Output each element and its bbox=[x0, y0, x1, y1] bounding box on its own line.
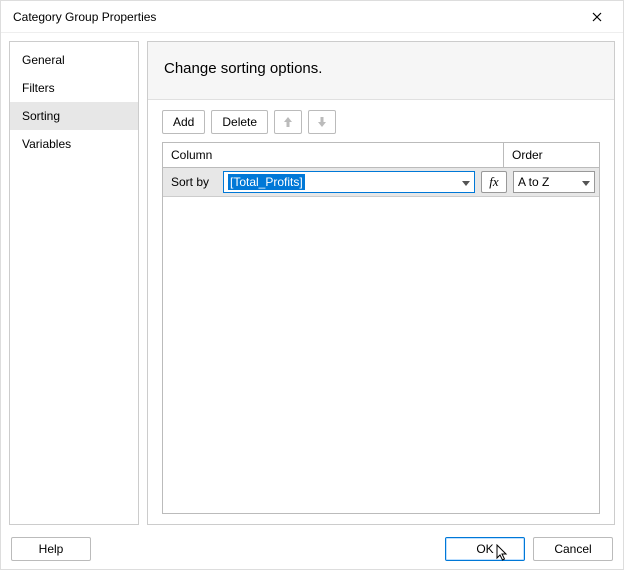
titlebar: Category Group Properties bbox=[1, 1, 623, 33]
sort-row: Sort by [Total_Profits] fx A to Z bbox=[163, 168, 599, 197]
cancel-button[interactable]: Cancel bbox=[533, 537, 613, 561]
dialog-footer: Help OK Cancel bbox=[1, 533, 623, 569]
sortby-label: Sort by bbox=[171, 175, 217, 189]
sidebar-item-general[interactable]: General bbox=[10, 46, 138, 74]
order-value: A to Z bbox=[518, 175, 549, 189]
add-button[interactable]: Add bbox=[162, 110, 205, 134]
chevron-down-icon bbox=[462, 175, 470, 189]
main-content: Add Delete Column Order Sort by bbox=[148, 100, 614, 524]
expression-button[interactable]: fx bbox=[481, 171, 507, 193]
arrow-down-icon bbox=[317, 116, 327, 128]
move-up-button[interactable] bbox=[274, 110, 302, 134]
close-button[interactable] bbox=[579, 3, 615, 31]
sidebar-item-sorting[interactable]: Sorting bbox=[10, 102, 138, 130]
chevron-down-icon bbox=[582, 175, 590, 189]
ok-button[interactable]: OK bbox=[445, 537, 525, 561]
delete-button[interactable]: Delete bbox=[211, 110, 268, 134]
sort-expression-value: [Total_Profits] bbox=[228, 174, 305, 190]
sidebar-item-variables[interactable]: Variables bbox=[10, 130, 138, 158]
column-header: Column bbox=[163, 143, 503, 167]
grid-body bbox=[163, 197, 599, 513]
grid-header: Column Order bbox=[163, 143, 599, 168]
main-panel: Change sorting options. Add Delete Colum… bbox=[147, 41, 615, 525]
help-button[interactable]: Help bbox=[11, 537, 91, 561]
arrow-up-icon bbox=[283, 116, 293, 128]
sort-grid: Column Order Sort by [Total_Profits] fx bbox=[162, 142, 600, 514]
cursor-icon bbox=[496, 544, 510, 565]
sort-expression-combo[interactable]: [Total_Profits] bbox=[223, 171, 475, 193]
order-combo[interactable]: A to Z bbox=[513, 171, 595, 193]
section-title: Change sorting options. bbox=[148, 42, 614, 100]
sidebar-item-filters[interactable]: Filters bbox=[10, 74, 138, 102]
order-header: Order bbox=[503, 143, 599, 167]
close-icon bbox=[592, 12, 602, 22]
dialog: Category Group Properties General Filter… bbox=[0, 0, 624, 570]
fx-icon: fx bbox=[489, 174, 498, 190]
sidebar: General Filters Sorting Variables bbox=[9, 41, 139, 525]
move-down-button[interactable] bbox=[308, 110, 336, 134]
toolbar: Add Delete bbox=[162, 110, 600, 134]
dialog-body: General Filters Sorting Variables Change… bbox=[1, 33, 623, 533]
dialog-title: Category Group Properties bbox=[13, 10, 156, 24]
ok-label: OK bbox=[476, 542, 493, 556]
